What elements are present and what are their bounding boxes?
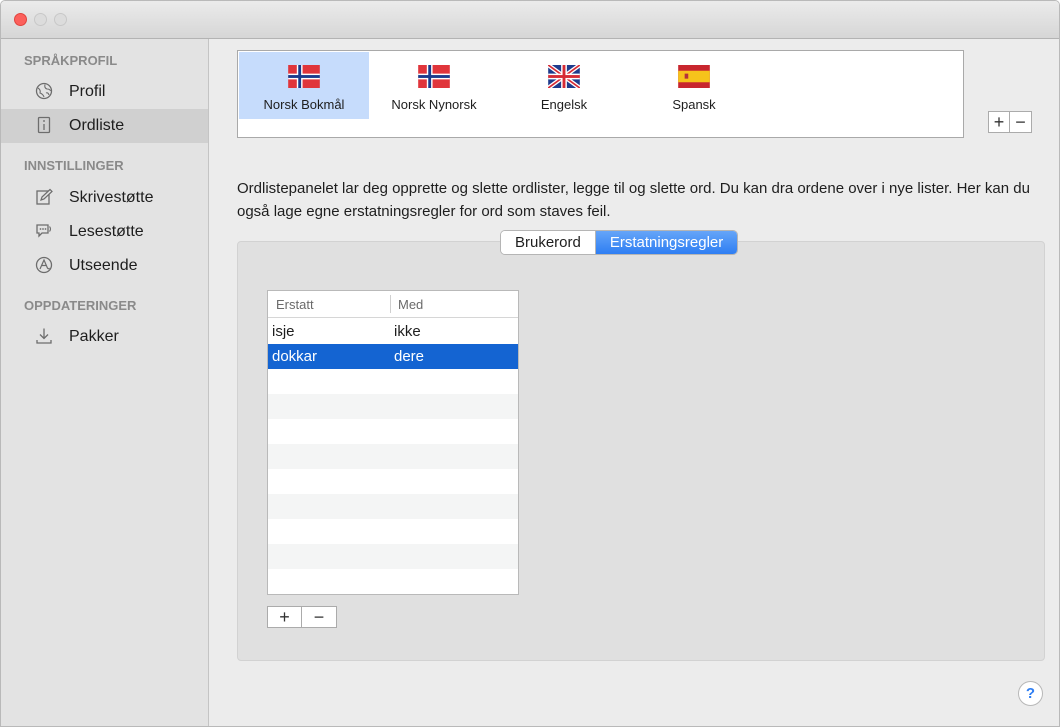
language-list: Norsk Bokmål Norsk Nynorsk Engelsk Spans… (237, 50, 964, 138)
rule-add-remove: + − (267, 606, 337, 628)
remove-rule-button[interactable]: − (302, 606, 337, 628)
help-button[interactable]: ? (1018, 681, 1043, 706)
language-label: Norsk Nynorsk (391, 97, 477, 112)
download-icon (35, 327, 53, 345)
table-row[interactable]: dokkar dere (268, 344, 518, 369)
preferences-window: SPRÅKPROFIL Profil Ordliste INNSTILLINGE… (0, 0, 1060, 727)
title-bar (1, 1, 1059, 39)
tab-brukerord[interactable]: Brukerord (501, 231, 595, 254)
sidebar: SPRÅKPROFIL Profil Ordliste INNSTILLINGE… (1, 39, 209, 726)
sidebar-section-title-oppdateringer: OPPDATERINGER (24, 298, 137, 313)
sidebar-item-label: Ordliste (69, 117, 125, 134)
appearance-icon (35, 256, 53, 274)
empty-row (268, 494, 518, 519)
spain-flag-icon (678, 65, 710, 88)
tab-control: Brukerord Erstatningsregler (500, 230, 739, 255)
norway-flag-icon (418, 65, 450, 88)
empty-row (268, 469, 518, 494)
sidebar-item-utseende[interactable]: Utseende (1, 249, 208, 283)
sidebar-item-label: Pakker (69, 328, 119, 345)
language-item-engelsk[interactable]: Engelsk (499, 52, 629, 119)
sidebar-item-pakker[interactable]: Pakker (1, 320, 208, 354)
language-item-norsk-bokmal[interactable]: Norsk Bokmål (239, 52, 369, 119)
description-text: Ordlistepanelet lar deg opprette og slet… (237, 180, 1030, 220)
globe-icon (35, 82, 53, 100)
close-window-button[interactable] (14, 13, 27, 26)
language-label: Norsk Bokmål (263, 97, 345, 112)
sidebar-item-skrivestotte[interactable]: Skrivestøtte (1, 181, 208, 215)
language-label: Spansk (672, 97, 716, 112)
book-icon (35, 116, 53, 134)
empty-row (268, 569, 518, 594)
empty-row (268, 519, 518, 544)
cell-med: dere (394, 348, 425, 365)
sidebar-item-label: Utseende (69, 257, 138, 274)
language-item-norsk-nynorsk[interactable]: Norsk Nynorsk (369, 52, 499, 119)
sidebar-item-lesestotte[interactable]: Lesestøtte (1, 215, 208, 249)
table-row[interactable]: isje ikke (268, 319, 518, 344)
language-add-remove: + − (988, 111, 1032, 133)
sidebar-section-title-sprakprofil: SPRÅKPROFIL (24, 53, 118, 68)
sidebar-item-ordliste[interactable]: Ordliste (1, 109, 208, 143)
column-divider (390, 295, 391, 313)
minimize-window-button[interactable] (34, 13, 47, 26)
norway-flag-icon (288, 65, 320, 88)
tab-erstatningsregler[interactable]: Erstatningsregler (594, 231, 738, 254)
cell-erstatt: isje (272, 323, 295, 340)
empty-row (268, 419, 518, 444)
table-header: Erstatt Med (268, 291, 518, 318)
cell-med: ikke (394, 323, 421, 340)
cell-erstatt: dokkar (272, 348, 318, 365)
pencil-icon (35, 188, 53, 206)
zoom-window-button[interactable] (54, 13, 67, 26)
add-language-button[interactable]: + (988, 111, 1010, 133)
sidebar-item-label: Skrivestøtte (69, 189, 154, 206)
sidebar-item-profil[interactable]: Profil (1, 75, 208, 109)
replacement-rules-table: Erstatt Med isje ikke dokkar dere (267, 290, 519, 595)
sidebar-item-label: Profil (69, 83, 106, 100)
remove-language-button[interactable]: − (1010, 111, 1032, 133)
uk-flag-icon (546, 63, 582, 90)
empty-row (268, 369, 518, 394)
column-header-erstatt[interactable]: Erstatt (276, 297, 314, 312)
language-label: Engelsk (540, 97, 588, 112)
empty-row (268, 444, 518, 469)
sidebar-item-label: Lesestøtte (69, 223, 144, 240)
empty-row (268, 394, 518, 419)
empty-row (268, 544, 518, 569)
add-rule-button[interactable]: + (267, 606, 302, 628)
column-header-med[interactable]: Med (398, 297, 423, 312)
language-item-spansk[interactable]: Spansk (629, 52, 759, 119)
sidebar-section-title-innstillinger: INNSTILLINGER (24, 158, 124, 173)
speech-icon (35, 222, 53, 240)
